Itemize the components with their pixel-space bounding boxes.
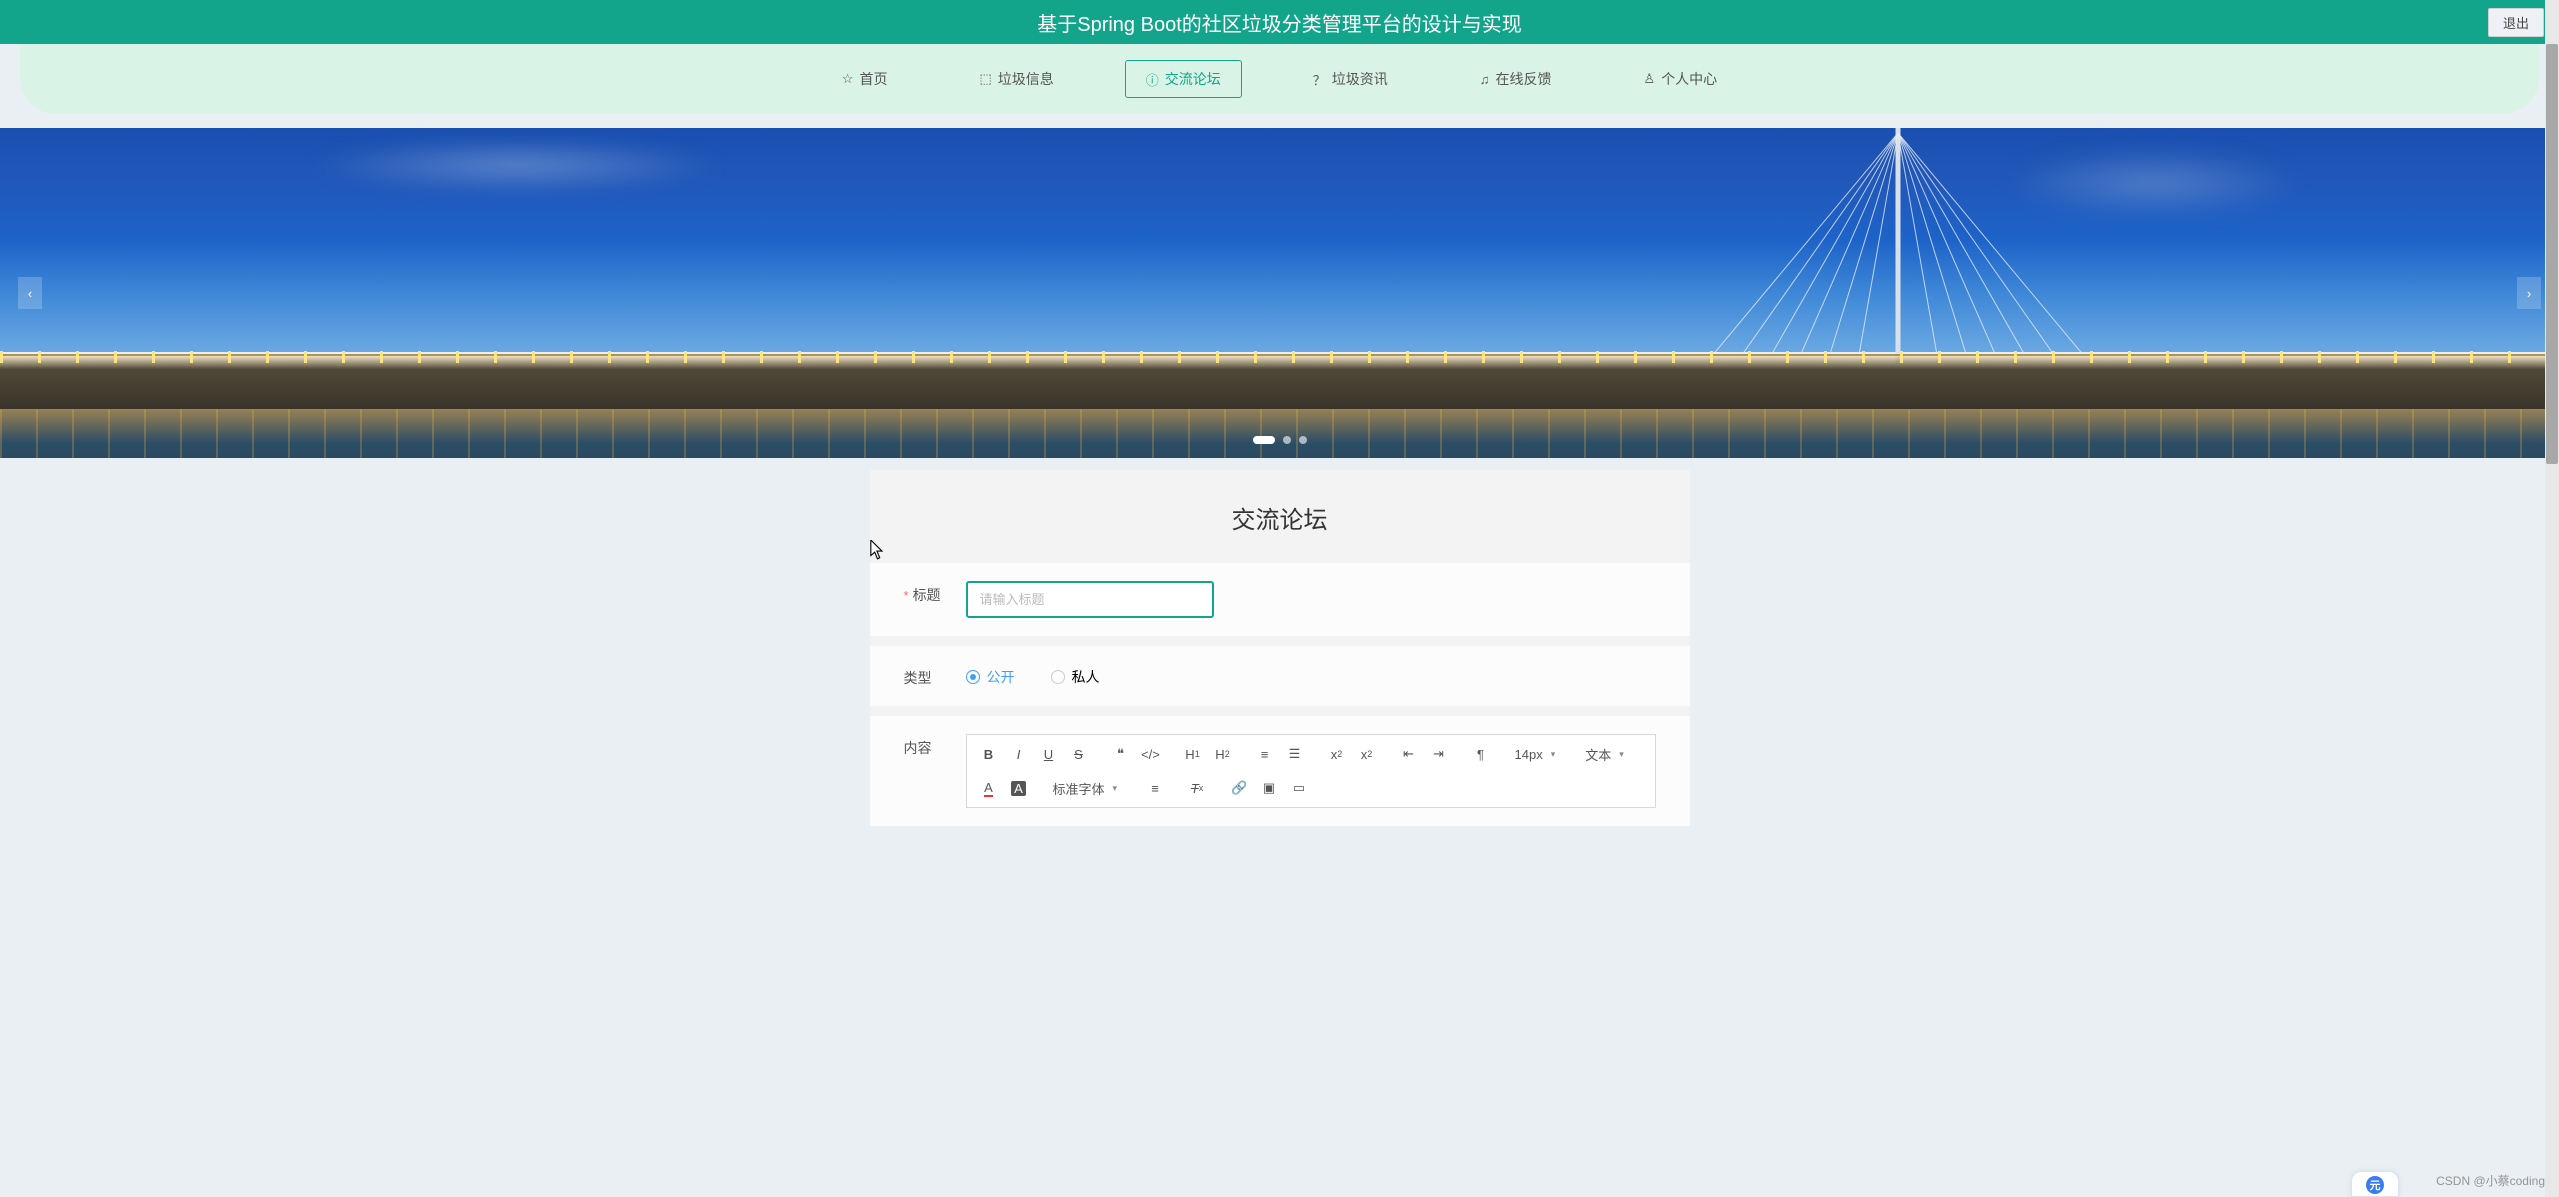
link-icon[interactable]: 🔗 — [1225, 775, 1253, 801]
h1-icon[interactable]: H1 — [1179, 741, 1207, 767]
form-row-content: 内容 B I U S ❝ </> H1 H2 ≡ ☰ x2 x2 ⇤ — [870, 716, 1690, 826]
nav-label: 垃圾信息 — [998, 69, 1054, 89]
ordered-list-icon[interactable]: ≡ — [1251, 741, 1279, 767]
direction-icon[interactable]: ¶ — [1467, 741, 1495, 767]
logout-button[interactable]: 退出 — [2488, 8, 2544, 37]
top-bar: 基于Spring Boot的社区垃圾分类管理平台的设计与实现 退出 — [0, 0, 2559, 44]
bg-color-icon[interactable]: A — [1005, 775, 1033, 801]
outdent-icon[interactable]: ⇤ — [1395, 741, 1423, 767]
h2-icon[interactable]: H2 — [1209, 741, 1237, 767]
scrollbar-thumb[interactable] — [2546, 44, 2558, 464]
forum-form: 交流论坛 * 标题 类型 公开 私人 内容 B I U — [870, 470, 1690, 826]
quote-icon[interactable]: ❝ — [1107, 741, 1135, 767]
strikethrough-icon[interactable]: S — [1065, 741, 1093, 767]
bold-icon[interactable]: B — [975, 741, 1003, 767]
nav-feedback[interactable]: ♫ 在线反馈 — [1459, 60, 1573, 98]
nav-label: 个人中心 — [1661, 69, 1717, 89]
carousel: ‹ › — [0, 128, 2559, 458]
video-icon[interactable]: ▭ — [1285, 775, 1313, 801]
form-title: 交流论坛 — [870, 500, 1690, 535]
nav-profile[interactable]: ♙ 个人中心 — [1623, 60, 1739, 98]
scrollbar[interactable] — [2545, 0, 2559, 1197]
nav-forum[interactable]: ⓘ 交流论坛 — [1125, 60, 1242, 98]
type-label: 类型 — [904, 664, 966, 688]
content-label: 内容 — [904, 734, 966, 758]
nav-garbage-info[interactable]: ⬚ 垃圾信息 — [958, 60, 1074, 98]
question-icon: ？ — [1313, 70, 1326, 89]
nav-label: 交流论坛 — [1165, 69, 1221, 89]
image-icon[interactable]: ▣ — [1255, 775, 1283, 801]
app-title: 基于Spring Boot的社区垃圾分类管理平台的设计与实现 — [1037, 8, 1522, 37]
form-row-title: * 标题 — [870, 563, 1690, 636]
text-color-icon[interactable]: A — [975, 775, 1003, 801]
radio-icon — [966, 670, 980, 684]
title-input[interactable] — [966, 581, 1214, 618]
nav-label: 垃圾资讯 — [1332, 69, 1388, 89]
radio-icon — [1051, 670, 1065, 684]
radio-public[interactable]: 公开 — [966, 667, 1015, 687]
badge-icon: 元 — [2366, 1176, 2384, 1194]
box-icon: ⬚ — [979, 71, 991, 87]
subscript-icon[interactable]: x2 — [1323, 741, 1351, 767]
carousel-next[interactable]: › — [2517, 277, 2541, 309]
float-badge[interactable]: 元 — [2351, 1171, 2399, 1197]
unordered-list-icon[interactable]: ☰ — [1281, 741, 1309, 767]
superscript-icon[interactable]: x2 — [1353, 741, 1381, 767]
main-nav: ☆ 首页 ⬚ 垃圾信息 ⓘ 交流论坛 ？ 垃圾资讯 ♫ 在线反馈 ♙ 个人中心 — [20, 44, 2539, 114]
indent-icon[interactable]: ⇥ — [1425, 741, 1453, 767]
carousel-dot-3[interactable] — [1299, 436, 1307, 444]
carousel-indicators — [1253, 436, 1307, 444]
carousel-image — [0, 128, 2559, 458]
radio-private[interactable]: 私人 — [1051, 667, 1100, 687]
info-icon: ⓘ — [1146, 70, 1159, 89]
nav-label: 在线反馈 — [1496, 69, 1552, 89]
italic-icon[interactable]: I — [1005, 741, 1033, 767]
block-select[interactable]: 文本 — [1579, 742, 1631, 767]
code-icon[interactable]: </> — [1137, 741, 1165, 767]
form-row-type: 类型 公开 私人 — [870, 646, 1690, 706]
font-family-select[interactable]: 标准字体 — [1047, 776, 1125, 801]
nav-garbage-news[interactable]: ？ 垃圾资讯 — [1292, 60, 1409, 98]
title-label: * 标题 — [904, 581, 966, 605]
nav-label: 首页 — [859, 69, 887, 89]
rich-editor: B I U S ❝ </> H1 H2 ≡ ☰ x2 x2 ⇤ ⇥ — [966, 734, 1656, 808]
carousel-dot-1[interactable] — [1253, 436, 1275, 444]
user-icon: ♙ — [1644, 71, 1656, 87]
underline-icon[interactable]: U — [1035, 741, 1063, 767]
editor-toolbar: B I U S ❝ </> H1 H2 ≡ ☰ x2 x2 ⇤ ⇥ — [966, 734, 1656, 808]
carousel-dot-2[interactable] — [1283, 436, 1291, 444]
required-mark: * — [904, 588, 909, 603]
carousel-prev[interactable]: ‹ — [18, 277, 42, 309]
align-icon[interactable]: ≡ — [1141, 775, 1169, 801]
clear-format-icon[interactable]: Tx — [1183, 775, 1211, 801]
headset-icon: ♫ — [1480, 72, 1490, 87]
nav-home[interactable]: ☆ 首页 — [821, 60, 909, 98]
watermark: CSDN @小蔡coding — [2436, 1172, 2545, 1189]
star-icon: ☆ — [842, 71, 854, 87]
font-size-select[interactable]: 14px — [1509, 744, 1563, 765]
